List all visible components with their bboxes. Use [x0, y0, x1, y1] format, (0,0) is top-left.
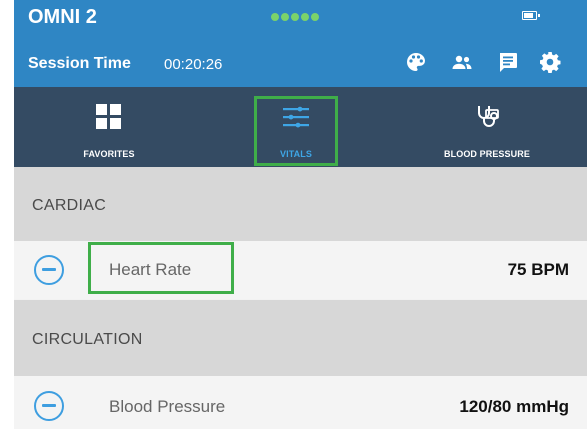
status-dot [301, 13, 309, 21]
session-time-value: 00:20:26 [164, 56, 223, 73]
palette-icon[interactable] [404, 50, 428, 74]
session-time-label: Session Time [28, 55, 131, 72]
vitals-tab-highlight-box [254, 96, 338, 166]
section-title: CARDIAC [32, 197, 107, 214]
grid-icon [96, 104, 121, 129]
status-dot [311, 13, 319, 21]
minus-circle-icon[interactable] [34, 255, 64, 285]
status-dot [291, 13, 299, 21]
tab-favorites[interactable]: FAVORITES [34, 87, 184, 167]
section-header-cardiac: CARDIAC [14, 167, 587, 241]
people-icon[interactable] [450, 50, 474, 74]
tab-label: FAVORITES [83, 149, 135, 159]
tab-blood-pressure[interactable]: BLOOD PRESSURE [412, 87, 562, 167]
battery-icon [522, 11, 540, 20]
app-title: OMNI 2 [28, 6, 97, 28]
list-item-blood-pressure[interactable]: Blood Pressure 120/80 mmHg [14, 376, 587, 429]
row-value: 75 BPM [507, 260, 569, 279]
section-title: CIRCULATION [32, 331, 143, 348]
heart-rate-highlight-box [88, 242, 234, 294]
status-dot [271, 13, 279, 21]
row-value: 120/80 mmHg [459, 397, 569, 416]
app-header: OMNI 2 Session Time 00:20:26 [14, 0, 587, 87]
tab-label: BLOOD PRESSURE [444, 149, 530, 159]
stethoscope-icon [478, 106, 499, 127]
notes-icon[interactable] [496, 50, 520, 74]
settings-gear-icon[interactable] [538, 50, 562, 74]
minus-circle-icon[interactable] [34, 391, 64, 421]
app-frame: OMNI 2 Session Time 00:20:26 FAVORITES V… [14, 0, 587, 429]
connection-status-dots [271, 13, 319, 23]
row-label: Blood Pressure [109, 397, 226, 416]
status-dot [281, 13, 289, 21]
section-header-circulation: CIRCULATION [14, 300, 587, 376]
